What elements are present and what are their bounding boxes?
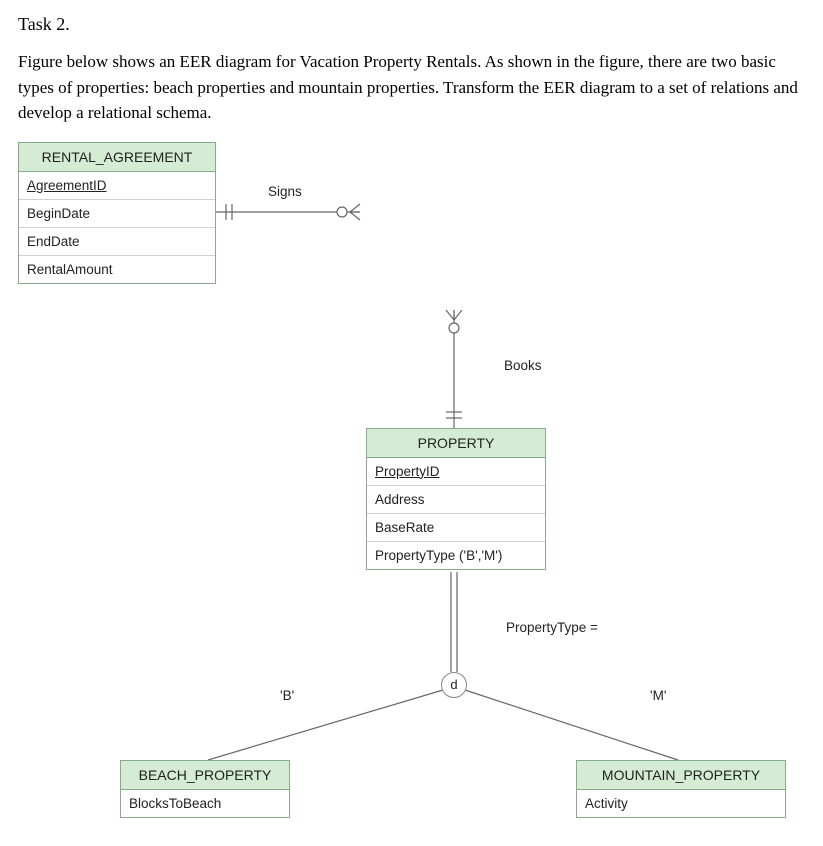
property-attr-propertytype: PropertyType ('B','M') bbox=[367, 542, 545, 569]
entity-mountain-property: MOUNTAIN_PROPERTY Activity bbox=[576, 760, 786, 818]
task-description: Figure below shows an EER diagram for Va… bbox=[18, 49, 805, 126]
relationship-books-label: Books bbox=[504, 358, 542, 373]
beach-property-attr-blockstobeach: BlocksToBeach bbox=[121, 790, 289, 817]
subtype-m-label: 'M' bbox=[650, 688, 666, 703]
rental-agreement-attr-begindate: BeginDate bbox=[19, 200, 215, 228]
property-attr-address: Address bbox=[367, 486, 545, 514]
entity-property: PROPERTY PropertyID Address BaseRate Pro… bbox=[366, 428, 546, 570]
property-pk: PropertyID bbox=[367, 458, 545, 486]
rental-agreement-attr-rentalamount: RentalAmount bbox=[19, 256, 215, 283]
entity-rental-agreement-name: RENTAL_AGREEMENT bbox=[19, 143, 215, 172]
property-attr-baserate: BaseRate bbox=[367, 514, 545, 542]
relationship-signs-label: Signs bbox=[268, 184, 302, 199]
eer-diagram: RENTER RenterID Name Address RENTAL_AGRE… bbox=[18, 142, 808, 832]
entity-property-name: PROPERTY bbox=[367, 429, 545, 458]
rental-agreement-attr-enddate: EndDate bbox=[19, 228, 215, 256]
subtype-b-label: 'B' bbox=[280, 688, 294, 703]
task-title: Task 2. bbox=[18, 14, 805, 35]
entity-beach-property-name: BEACH_PROPERTY bbox=[121, 761, 289, 790]
mountain-property-attr-activity: Activity bbox=[577, 790, 785, 817]
rental-agreement-pk: AgreementID bbox=[19, 172, 215, 200]
entity-beach-property: BEACH_PROPERTY BlocksToBeach bbox=[120, 760, 290, 818]
entity-mountain-property-name: MOUNTAIN_PROPERTY bbox=[577, 761, 785, 790]
discriminator-label: PropertyType = bbox=[506, 620, 598, 635]
subtype-disjoint-indicator: d bbox=[441, 672, 467, 698]
entity-rental-agreement: RENTAL_AGREEMENT AgreementID BeginDate E… bbox=[18, 142, 216, 284]
